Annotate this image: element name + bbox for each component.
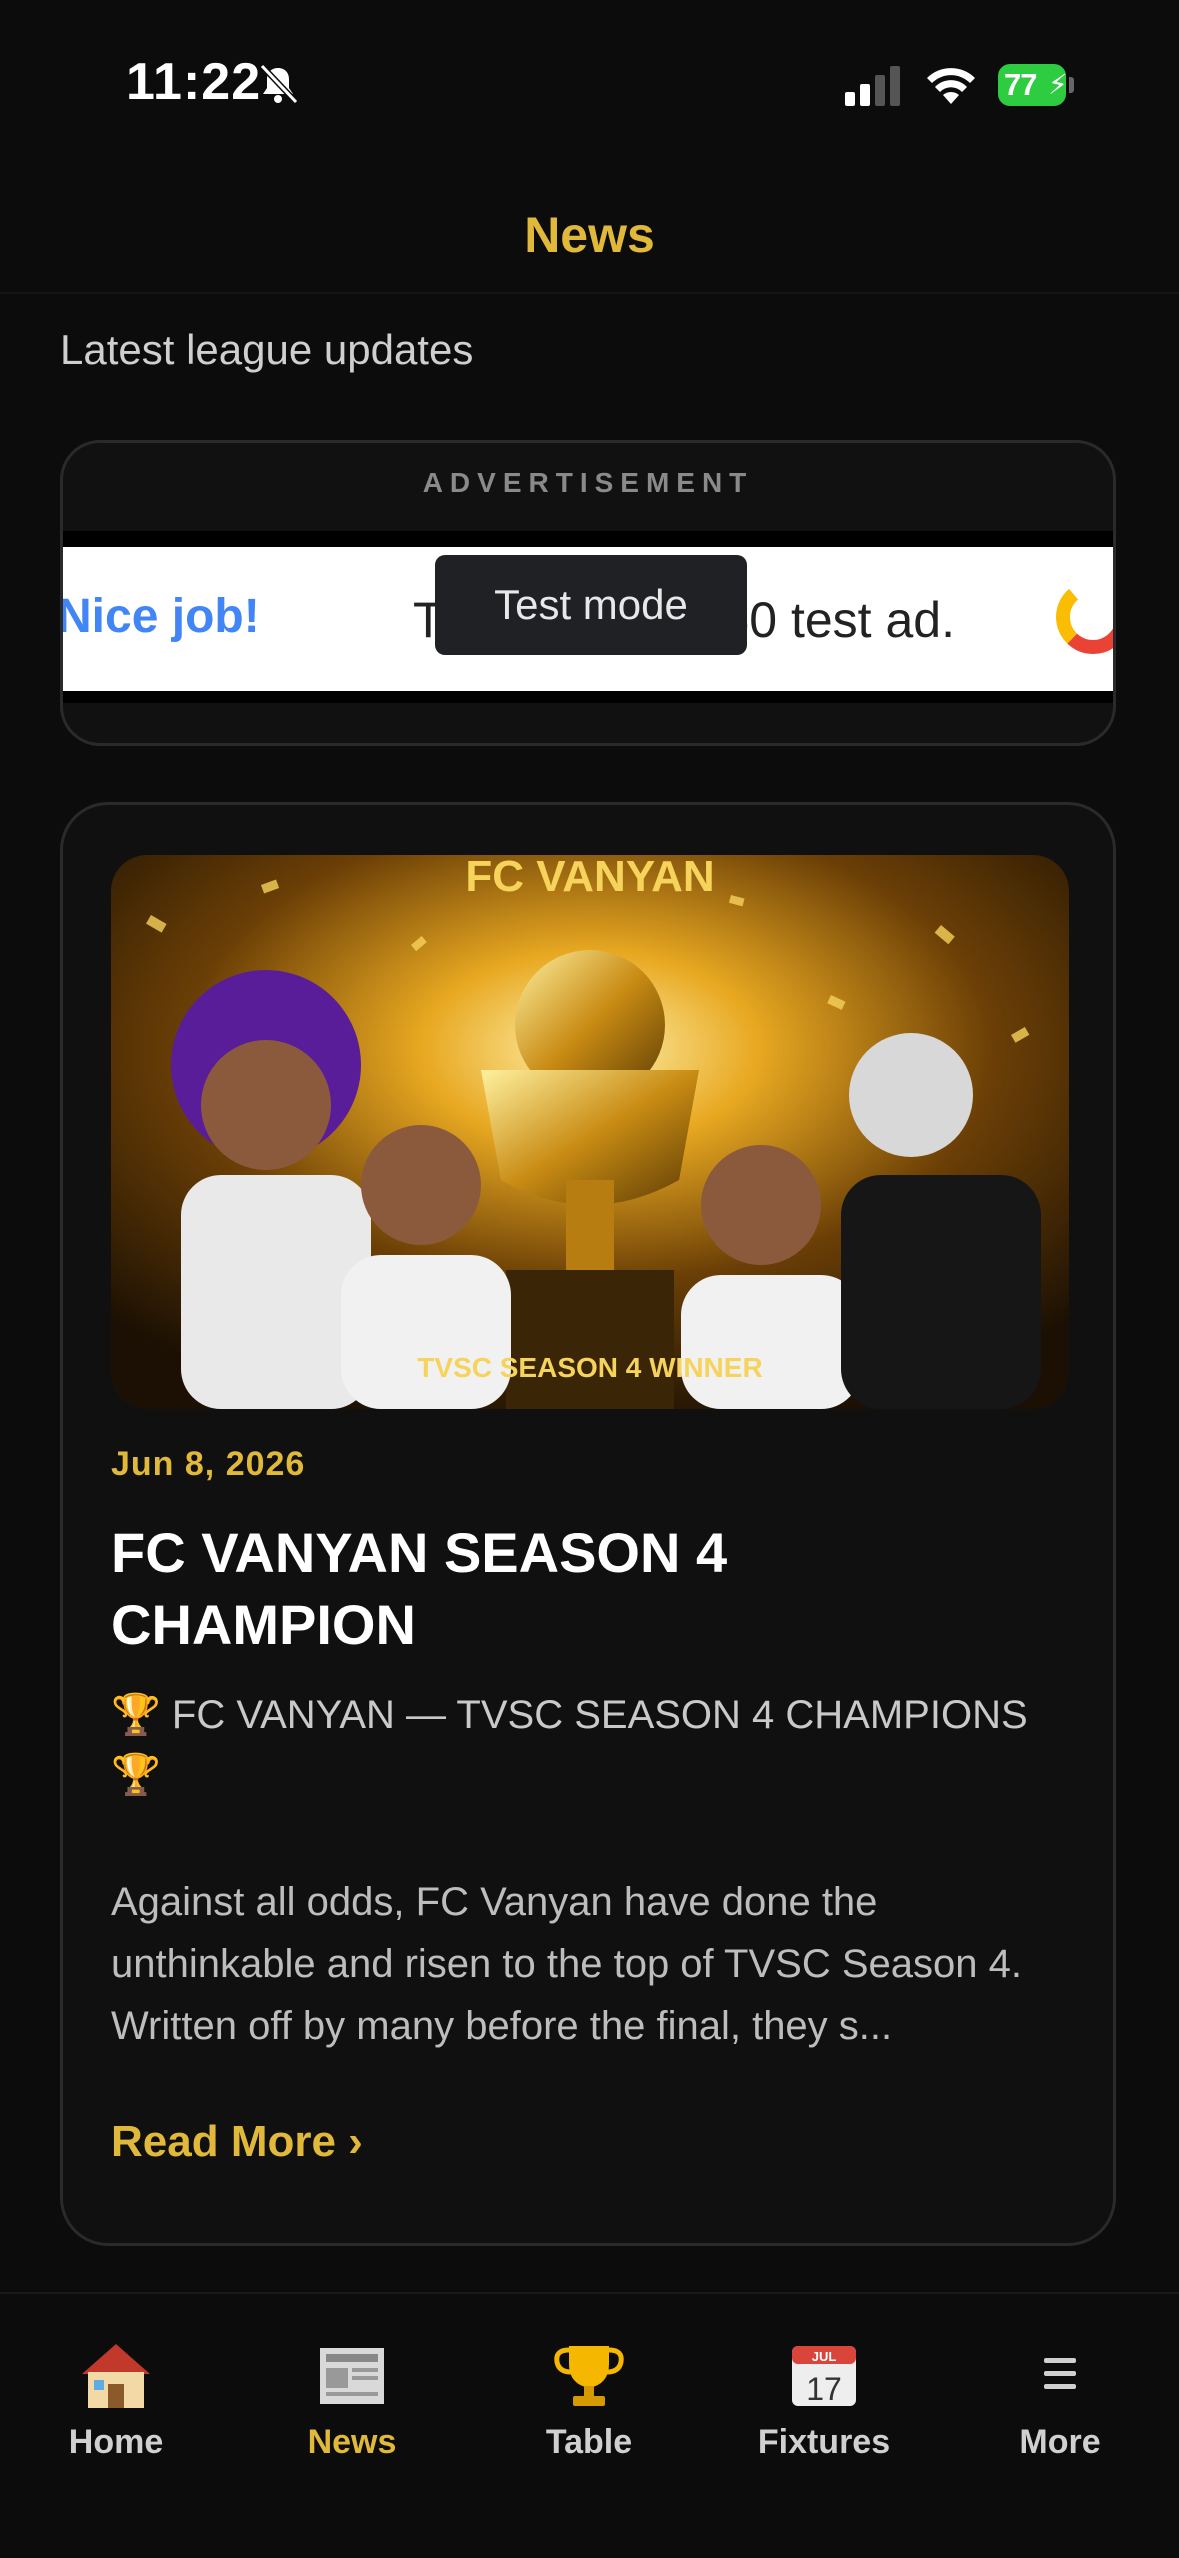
tab-fixtures-label: Fixtures: [757, 2423, 891, 2461]
tab-news[interactable]: News: [252, 2340, 452, 2462]
news-card[interactable]: FC VANYAN TVSC SEASON 4 WINNER Jun 8, 20…: [60, 802, 1116, 2246]
battery-charging-icon: 77 ⚡: [998, 64, 1076, 106]
tab-home-label: Home: [68, 2423, 164, 2461]
champions-photo: FC VANYAN TVSC SEASON 4 WINNER: [111, 855, 1069, 1409]
calendar-month: JUL: [812, 2349, 837, 2364]
ad-container: Nice job! This is a 320x50 test ad. Test…: [63, 531, 1113, 703]
menu-icon: [1044, 2358, 1076, 2389]
news-image[interactable]: FC VANYAN TVSC SEASON 4 WINNER: [111, 855, 1069, 1409]
status-time: 11:22: [126, 53, 262, 111]
house-icon: [82, 2344, 150, 2408]
page-title: News: [524, 207, 655, 263]
tab-news-label: News: [307, 2423, 397, 2461]
page-subtitle: Latest league updates: [60, 326, 474, 373]
ad-test-mode-badge: Test mode: [435, 555, 747, 655]
newspaper-icon: [320, 2348, 384, 2404]
ad-banner[interactable]: Nice job! This is a 320x50 test ad. Test…: [63, 547, 1113, 691]
wifi-icon: [927, 68, 975, 104]
tab-more-label: More: [1019, 2423, 1101, 2461]
signal-icon: [845, 66, 900, 106]
page-header: News: [0, 180, 1179, 290]
image-caption-top: FC VANYAN: [465, 855, 714, 901]
tab-table[interactable]: Table: [489, 2340, 689, 2462]
status-bar: 11:22 77 ⚡: [0, 0, 1179, 150]
news-date: Jun 8, 2026: [111, 1445, 306, 1483]
tab-table-label: Table: [545, 2423, 633, 2461]
ad-label: ADVERTISEMENT: [422, 467, 754, 498]
tab-bar: Home News Table JUL 17 Fixtures More: [0, 2292, 1179, 2558]
header-divider: [0, 292, 1179, 294]
ad-nice-text: Nice job!: [63, 590, 260, 643]
advertisement-card: ADVERTISEMENT Nice job! This is a 320x50…: [60, 440, 1116, 746]
calendar-day: 17: [806, 2371, 842, 2407]
calendar-icon: JUL 17: [792, 2346, 856, 2407]
trophy-icon: [554, 2346, 624, 2406]
tab-home[interactable]: Home: [16, 2340, 216, 2462]
news-excerpt: Against all odds, FC Vanyan have done th…: [111, 1880, 1022, 2048]
image-caption-bottom: TVSC SEASON 4 WINNER: [417, 1352, 762, 1383]
bell-slash-icon: [259, 63, 299, 105]
news-lead: 🏆 FC VANYAN — TVSC SEASON 4 CHAMPIONS 🏆: [111, 1693, 1028, 1797]
tab-fixtures[interactable]: JUL 17 Fixtures: [724, 2340, 924, 2462]
read-more-link[interactable]: Read More ›: [111, 2117, 363, 2167]
ad-logo-icon: [1056, 580, 1113, 654]
news-title[interactable]: FC VANYAN SEASON 4 CHAMPION: [111, 1517, 1011, 1661]
tab-more[interactable]: More: [960, 2340, 1160, 2462]
battery-percent: 77: [1004, 67, 1037, 102]
